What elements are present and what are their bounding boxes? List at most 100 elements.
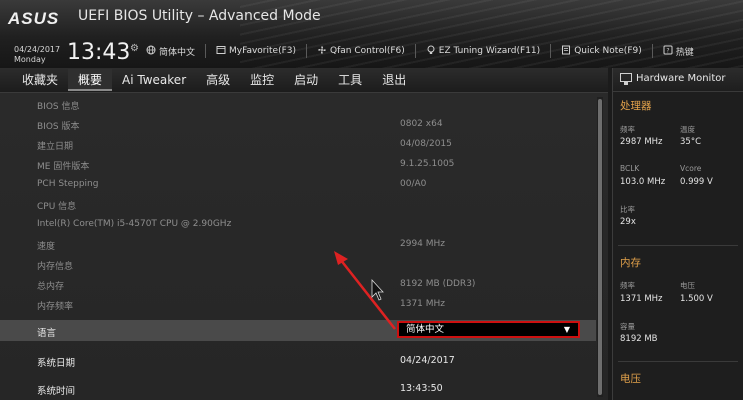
memory-voltage-label: 电压 bbox=[680, 281, 695, 290]
app-title: UEFI BIOS Utility – Advanced Mode bbox=[78, 8, 321, 24]
section-divider bbox=[618, 245, 738, 246]
main-scrollbar[interactable] bbox=[597, 97, 603, 397]
info-label: 内存频率 bbox=[37, 302, 74, 312]
asus-logo: ASUS bbox=[8, 9, 60, 28]
language-label: 语言 bbox=[37, 328, 57, 339]
globe-icon bbox=[146, 45, 156, 58]
memory-frequency-label: 频率 bbox=[620, 281, 635, 290]
tab-advanced[interactable]: 高级 bbox=[196, 69, 240, 91]
qfan-control-label: Qfan Control(F6) bbox=[330, 46, 405, 56]
info-value: 1371 MHz bbox=[400, 299, 446, 309]
quick-note-button[interactable]: Quick Note(F9) bbox=[561, 45, 642, 58]
lightbulb-icon bbox=[426, 45, 436, 58]
cpu-temperature-value: 35°C bbox=[680, 137, 702, 147]
info-label: Intel(R) Core(TM) i5-4570T CPU @ 2.90GHz bbox=[37, 219, 232, 229]
toolbar: 简体中文 MyFavorite(F3) Qfan Control(F6) EZ … bbox=[146, 44, 704, 58]
info-label: 建立日期 bbox=[37, 142, 74, 152]
clock-time: 13:43 bbox=[67, 40, 131, 65]
system-time-label: 系统时间 bbox=[37, 386, 76, 397]
language-dropdown-value: 简体中文 bbox=[406, 324, 445, 335]
tab-ai-tweaker[interactable]: Ai Tweaker bbox=[112, 69, 196, 91]
info-value: 8192 MB (DDR3) bbox=[400, 279, 476, 289]
info-value: 2994 MHz bbox=[400, 239, 446, 249]
cpu-vcore-value: 0.999 V bbox=[680, 177, 713, 187]
language-dropdown[interactable]: 简体中文 ▼ bbox=[397, 321, 580, 338]
tab-boot[interactable]: 启动 bbox=[284, 69, 328, 91]
system-time-value[interactable]: 13:43:50 bbox=[400, 383, 443, 394]
main-scrollbar-thumb[interactable] bbox=[598, 99, 602, 395]
info-row-cpu-header: CPU 信息 bbox=[0, 194, 596, 214]
hotkey-icon: ? bbox=[663, 45, 673, 58]
hardware-monitor-header: Hardware Monitor bbox=[613, 68, 743, 92]
info-label: PCH Stepping bbox=[37, 179, 99, 189]
svg-text:?: ? bbox=[666, 47, 669, 54]
info-row-memory-header: 内存信息 bbox=[0, 254, 596, 274]
ez-tuning-wizard-button[interactable]: EZ Tuning Wizard(F11) bbox=[426, 45, 540, 58]
info-row-me-firmware: ME 固件版本 9.1.25.1005 bbox=[0, 154, 596, 174]
hotkeys-button[interactable]: ? 热键 bbox=[663, 45, 694, 58]
hardware-monitor-title: Hardware Monitor bbox=[636, 73, 726, 84]
language-button-label: 简体中文 bbox=[159, 47, 196, 58]
info-value: 04/08/2015 bbox=[400, 139, 452, 149]
info-label: 速度 bbox=[37, 242, 56, 252]
toolbar-divider bbox=[205, 44, 207, 58]
memory-voltage-value: 1.500 V bbox=[680, 294, 713, 304]
memory-capacity-value: 8192 MB bbox=[620, 334, 658, 344]
info-label: 总内存 bbox=[37, 282, 65, 292]
chevron-down-icon: ▼ bbox=[563, 325, 570, 334]
quick-note-label: Quick Note(F9) bbox=[574, 46, 642, 56]
info-row-memory-frequency: 内存频率 1371 MHz bbox=[0, 294, 596, 314]
info-label: BIOS 信息 bbox=[37, 102, 80, 112]
info-row-cpu-model: Intel(R) Core(TM) i5-4570T CPU @ 2.90GHz bbox=[0, 214, 596, 234]
language-button[interactable]: 简体中文 bbox=[146, 45, 195, 58]
toolbar-divider bbox=[550, 44, 552, 58]
ez-tuning-wizard-label: EZ Tuning Wizard(F11) bbox=[438, 46, 541, 56]
cpu-section-title: 处理器 bbox=[620, 100, 652, 112]
tab-favorites[interactable]: 收藏夹 bbox=[12, 69, 68, 91]
weekday-text: Monday bbox=[14, 55, 46, 64]
toolbar-divider bbox=[651, 44, 653, 58]
info-label: 内存信息 bbox=[37, 262, 74, 272]
monitor-icon bbox=[620, 73, 632, 85]
cpu-ratio-value: 29x bbox=[620, 217, 636, 227]
system-date-label: 系统日期 bbox=[37, 358, 76, 369]
cpu-temperature-label: 温度 bbox=[680, 125, 695, 134]
toolbar-divider bbox=[414, 44, 416, 58]
cpu-frequency-value: 2987 MHz bbox=[620, 137, 663, 147]
info-row-bios-header: BIOS 信息 bbox=[0, 94, 596, 114]
tab-main[interactable]: 概要 bbox=[68, 69, 113, 91]
tab-monitor[interactable]: 监控 bbox=[240, 69, 284, 91]
hotkeys-label: 热键 bbox=[675, 47, 694, 58]
cpu-bclk-value: 103.0 MHz bbox=[620, 177, 666, 187]
tab-exit[interactable]: 退出 bbox=[372, 69, 416, 91]
info-row-bios-version: BIOS 版本 0802 x64 bbox=[0, 114, 596, 134]
info-value: 0802 x64 bbox=[400, 119, 443, 129]
tab-tool[interactable]: 工具 bbox=[328, 69, 372, 91]
system-time-row[interactable]: 系统时间 13:43:50 bbox=[0, 378, 596, 398]
star-icon bbox=[216, 45, 226, 58]
system-date-value[interactable]: 04/24/2017 bbox=[400, 355, 455, 366]
date-display: 04/24/2017 Monday bbox=[14, 45, 60, 65]
toolbar-divider bbox=[306, 44, 307, 58]
myfavorite-button[interactable]: MyFavorite(F3) bbox=[216, 45, 296, 58]
fan-icon bbox=[317, 45, 327, 58]
main-menu-bar: 收藏夹 概要 Ai Tweaker 高级 监控 启动 工具 退出 bbox=[0, 68, 608, 92]
myfavorite-button-label: MyFavorite(F3) bbox=[229, 46, 296, 56]
clock-settings-icon[interactable]: ⚙ bbox=[130, 43, 139, 54]
cpu-bclk-label: BCLK bbox=[620, 164, 640, 173]
info-value: 9.1.25.1005 bbox=[400, 159, 455, 169]
memory-frequency-value: 1371 MHz bbox=[620, 294, 663, 304]
info-value: 00/A0 bbox=[400, 179, 427, 189]
info-label: CPU 信息 bbox=[37, 202, 77, 212]
info-row-cpu-speed: 速度 2994 MHz bbox=[0, 234, 596, 254]
memory-capacity-label: 容量 bbox=[620, 322, 635, 331]
cpu-ratio-label: 比率 bbox=[620, 205, 635, 214]
info-row-build-date: 建立日期 04/08/2015 bbox=[0, 134, 596, 154]
hardware-monitor-panel: Hardware Monitor 处理器 频率 温度 2987 MHz 35°C… bbox=[612, 68, 743, 400]
section-divider bbox=[618, 361, 738, 362]
main-content-panel: BIOS 信息 BIOS 版本 0802 x64 建立日期 04/08/2015… bbox=[0, 92, 608, 400]
info-row-pch-stepping: PCH Stepping 00/A0 bbox=[0, 174, 596, 194]
qfan-control-button[interactable]: Qfan Control(F6) bbox=[317, 45, 405, 58]
date-text: 04/24/2017 bbox=[14, 45, 61, 54]
system-date-row[interactable]: 系统日期 04/24/2017 bbox=[0, 350, 596, 370]
